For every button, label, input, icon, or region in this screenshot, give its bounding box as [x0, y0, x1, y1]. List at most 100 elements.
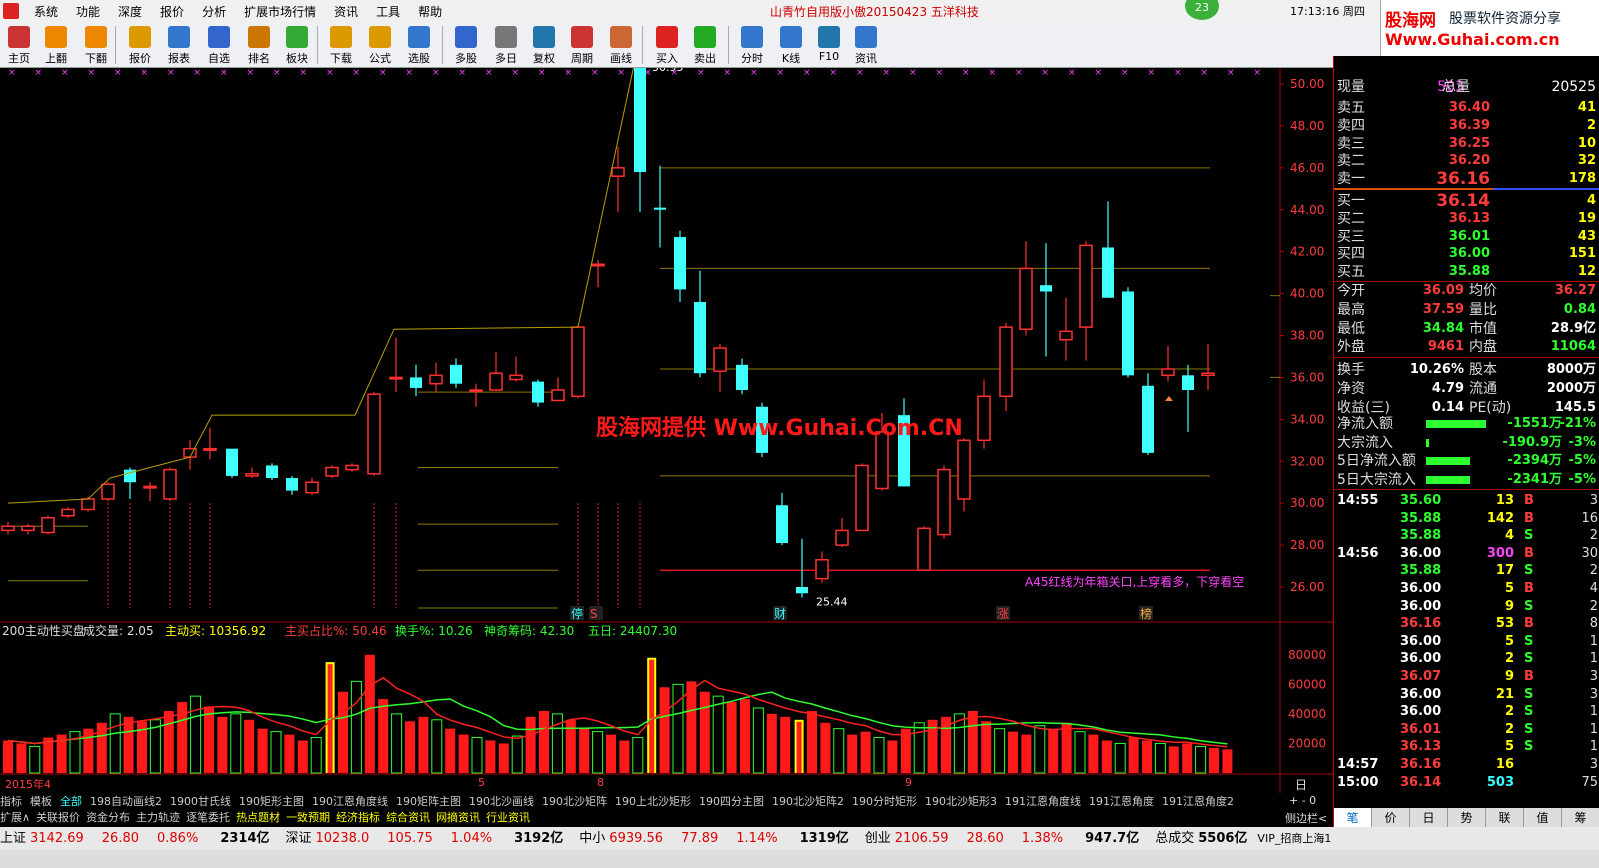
- candle: [917, 526, 931, 571]
- toolbar-button[interactable]: 卖出: [686, 24, 724, 66]
- toolbar-button[interactable]: 买入: [648, 24, 686, 66]
- indicator-tab[interactable]: 190江恩角度线: [312, 795, 388, 808]
- toolbar-icon: [369, 26, 391, 48]
- index-quote[interactable]: 中小 6939.56 77.89 1.14% 1319亿: [579, 831, 853, 846]
- volume-tick-label: 80000: [1288, 648, 1326, 662]
- toolbar-button[interactable]: 画线: [602, 24, 640, 66]
- index-quote[interactable]: 深证 10238.0 105.75 1.04% 3192亿: [286, 831, 568, 846]
- toolbar-button[interactable]: 下载: [322, 24, 360, 66]
- top-marker: ×: [220, 68, 228, 78]
- indicator-tab[interactable]: 模板: [30, 795, 52, 808]
- toolbar-button[interactable]: K线: [772, 24, 810, 66]
- extension-tab[interactable]: 网摘资讯: [436, 811, 480, 824]
- toolbar-button[interactable]: 排名: [240, 24, 278, 66]
- indicator-tab[interactable]: 190北沙矩阵: [542, 795, 607, 808]
- extension-tab[interactable]: 一致预期: [286, 811, 330, 824]
- toolbar-button[interactable]: 公式: [361, 24, 399, 66]
- event-marker-ting[interactable]: 停: [571, 606, 583, 621]
- indicator-tab[interactable]: 191江恩角度2: [1162, 795, 1234, 808]
- indicator-tab[interactable]: 190四分主图: [699, 795, 764, 808]
- quote-tab[interactable]: 势: [1448, 808, 1486, 828]
- toolbar-button[interactable]: 板块: [278, 24, 316, 66]
- extension-tab[interactable]: 逐笔委托: [186, 811, 230, 824]
- indicator-tab[interactable]: 190北沙画线: [469, 795, 534, 808]
- candle: [571, 325, 585, 399]
- indicator-tab[interactable]: 190矩形主图: [239, 795, 304, 808]
- toolbar-button[interactable]: 主页: [0, 24, 38, 66]
- toolbar-button[interactable]: 资讯: [847, 24, 885, 66]
- extension-tab[interactable]: 热点题材: [236, 811, 280, 824]
- toolbar-button[interactable]: 周期: [563, 24, 601, 66]
- menu-item[interactable]: 功能: [67, 3, 109, 20]
- quote-tab[interactable]: 笔: [1334, 808, 1372, 828]
- toolbar-button[interactable]: 自选: [200, 24, 238, 66]
- candle: [101, 482, 115, 502]
- index-quote[interactable]: 上证 3142.69 26.80 0.86% 2314亿: [0, 831, 274, 846]
- toolbar-button[interactable]: 报价: [121, 24, 159, 66]
- index-quote[interactable]: 创业 2106.59 28.60 1.38% 947.7亿: [865, 831, 1143, 846]
- toolbar-button[interactable]: 多日: [487, 24, 525, 66]
- server-label[interactable]: VIP_招商上海1: [1257, 832, 1331, 845]
- event-marker-cai[interactable]: 财: [774, 607, 786, 621]
- event-marker-s[interactable]: S: [590, 607, 598, 621]
- quote-tab[interactable]: 值: [1524, 808, 1562, 828]
- toolbar-button[interactable]: 下翻: [77, 24, 115, 66]
- extension-tab[interactable]: 资金分布: [86, 811, 130, 824]
- tick-time: 14:57: [1337, 757, 1379, 772]
- toolbar-button[interactable]: 报表: [160, 24, 198, 66]
- index-percent: 1.04%: [450, 831, 493, 846]
- quote-tab[interactable]: 筹: [1562, 808, 1599, 828]
- menu-item[interactable]: 资讯: [325, 3, 367, 20]
- extension-tab[interactable]: 经济指标: [336, 811, 380, 824]
- indicator-tab[interactable]: 全部: [60, 795, 82, 808]
- quote-tab[interactable]: 价: [1372, 808, 1410, 828]
- toolbar-button[interactable]: 分时: [733, 24, 771, 66]
- sidebar-toggle[interactable]: 侧边栏<: [1285, 810, 1327, 826]
- extension-tab[interactable]: 主力轨迹: [136, 811, 180, 824]
- toolbar-button[interactable]: 多股: [447, 24, 485, 66]
- menu-item[interactable]: 扩展市场行情: [235, 3, 325, 20]
- toolbar-button[interactable]: 上翻: [37, 24, 75, 66]
- toolbar-button[interactable]: 复权: [525, 24, 563, 66]
- volume-bar: [364, 654, 375, 773]
- menu-item[interactable]: 深度: [109, 3, 151, 20]
- menu-item[interactable]: 分析: [193, 3, 235, 20]
- menu-item[interactable]: 系统: [25, 3, 67, 20]
- stat-value: 8000万: [1546, 362, 1596, 378]
- index-name: 创业: [864, 831, 891, 846]
- menu-item[interactable]: 报价: [151, 3, 193, 20]
- extension-tab[interactable]: 扩展∧: [0, 811, 30, 824]
- indicator-tab[interactable]: 指标: [0, 795, 22, 808]
- toolbar-button[interactable]: 选股: [400, 24, 438, 66]
- toolbar-icon: [533, 26, 555, 48]
- volume-bar: [686, 681, 697, 773]
- stat-label: 量比: [1469, 301, 1497, 318]
- flow-label: 净流入额: [1337, 416, 1393, 432]
- toolbar-button[interactable]: F10: [810, 24, 848, 66]
- indicator-tab[interactable]: 190北沙矩阵2: [772, 795, 844, 808]
- indicator-tab[interactable]: 198自动画线2: [90, 795, 162, 808]
- quote-tab[interactable]: 联: [1486, 808, 1524, 828]
- indicator-tab[interactable]: 191江恩角度: [1089, 795, 1154, 808]
- book-price: 36.39: [1448, 117, 1490, 133]
- quote-tab[interactable]: 日: [1410, 808, 1448, 828]
- notification-badge[interactable]: 23: [1185, 0, 1219, 20]
- extension-tab[interactable]: 关联报价: [36, 811, 80, 824]
- extension-tab[interactable]: 行业资讯: [486, 811, 530, 824]
- indicator-tab[interactable]: 190北沙矩形3: [925, 795, 997, 808]
- kline-chart[interactable]: × × × × × × × × × × × × × × × × × × × × × × × × × × × × × × × × × × × × × × × ×…: [0, 68, 1333, 793]
- indicator-tab[interactable]: 190分时矩形: [852, 795, 917, 808]
- indicator-tab[interactable]: 190上北沙矩形: [615, 795, 691, 808]
- indicator-tab[interactable]: 191江恩角度线: [1005, 795, 1081, 808]
- event-marker-bang[interactable]: 榜: [1140, 606, 1152, 621]
- book-price: 36.00: [1448, 246, 1490, 262]
- zongliang-label: 总量: [1442, 79, 1470, 95]
- menu-item[interactable]: 帮助: [409, 3, 451, 20]
- tick-flag: S: [1524, 563, 1534, 579]
- menu-item[interactable]: 工具: [367, 3, 409, 20]
- extension-tab[interactable]: 综合资讯: [386, 811, 430, 824]
- zoom-controls[interactable]: + - 0: [1289, 794, 1316, 807]
- event-marker-zhang[interactable]: 涨: [997, 606, 1009, 621]
- indicator-tab[interactable]: 190矩阵主图: [396, 795, 461, 808]
- indicator-tab[interactable]: 1900甘氏线: [170, 795, 231, 808]
